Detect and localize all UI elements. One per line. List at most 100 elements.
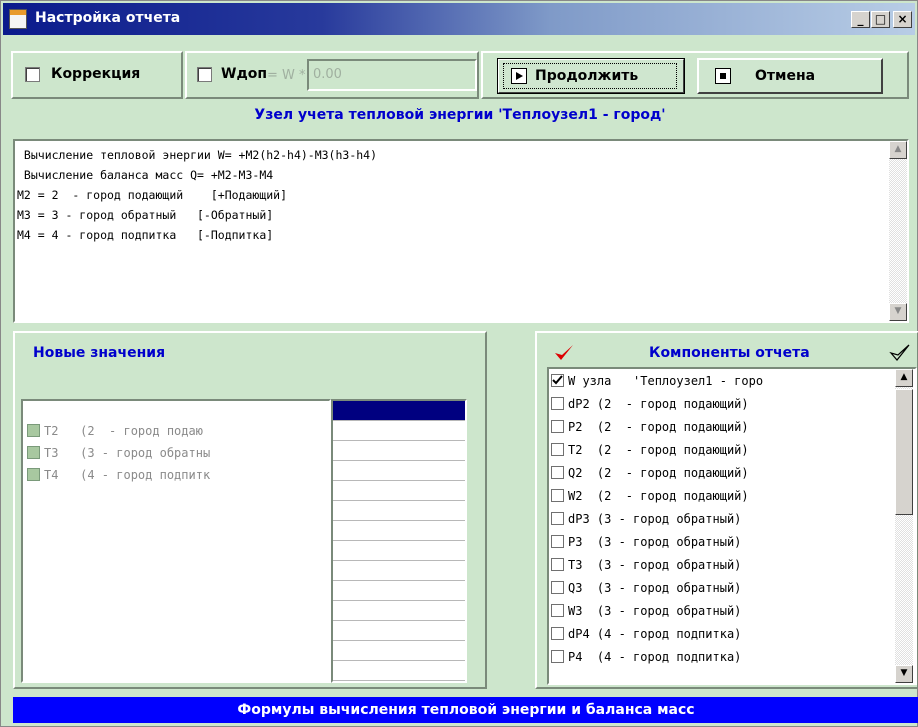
formula-scrollbar[interactable]: ▲ ▼ [889,141,907,321]
new-values-panel: Новые значения T2 (2 - город подаю T3 (3 … [13,331,487,701]
w-formula-label: = W * [267,68,306,83]
value-cell[interactable] [333,501,465,521]
component-checkbox[interactable] [551,512,564,525]
title-bar[interactable]: Настройка отчета _ □ × [3,3,915,35]
maximize-button[interactable]: □ [871,11,890,28]
component-label: W2 (2 - город подающий) [568,489,749,503]
new-value-checkbox[interactable] [27,424,40,437]
value-cell[interactable] [333,621,465,641]
components-list[interactable]: W узла 'Теплоузел1 - горо dP2 (2 - город … [547,367,917,685]
value-cell[interactable] [333,521,465,541]
component-checkbox[interactable] [551,397,564,410]
new-value-item[interactable]: T4 (4 - город подпитк [27,465,210,485]
component-item[interactable]: Q3 (3 - город обратный) [551,578,893,598]
component-checkbox[interactable] [551,466,564,479]
component-checkbox[interactable] [551,489,564,502]
component-item[interactable]: T3 (3 - город обратный) [551,555,893,575]
component-item[interactable]: W2 (2 - город подающий) [551,486,893,506]
status-bar: Формулы вычисления тепловой энергии и ба… [13,697,918,723]
formula-lines: Вычисление тепловой энергии W= +M2(h2-h4… [17,145,377,245]
checked-checkbox-icon[interactable] [551,374,564,387]
value-cell[interactable] [333,561,465,581]
formula-line: Вычисление тепловой энергии W= +M2(h2-h4… [17,148,378,162]
component-checkbox[interactable] [551,558,564,571]
value-cell[interactable] [333,661,465,681]
window-title: Настройка отчета [35,10,181,26]
w-coefficient-input[interactable]: 0.00 [307,59,477,91]
new-value-label: T3 (3 - город обратны [44,446,211,460]
value-cell[interactable] [333,441,465,461]
component-checkbox[interactable] [551,420,564,433]
value-cell[interactable] [333,541,465,561]
component-checkbox[interactable] [551,581,564,594]
component-checkbox[interactable] [551,535,564,548]
component-checkbox[interactable] [551,604,564,617]
value-cell[interactable] [333,421,465,441]
component-item[interactable]: dP4 (4 - город подпитка) [551,624,893,644]
report-settings-window: Настройка отчета _ □ × Коррекция Wдоп = … [0,0,918,727]
component-label: P4 (4 - город подпитка) [568,650,742,664]
component-item[interactable]: Q2 (2 - город подающий) [551,463,893,483]
component-item[interactable]: P2 (2 - город подающий) [551,417,893,437]
component-label: dP2 (2 - город подающий) [568,397,749,411]
components-panel: Компоненты отчета W узла 'Теплоузел1 - г… [535,331,918,689]
wdop-checkbox[interactable] [197,67,212,82]
continue-button[interactable]: Продолжить [497,58,685,94]
components-scrollbar[interactable]: ▲ ▼ [895,369,913,683]
value-cell[interactable] [333,481,465,501]
component-item[interactable]: dP3 (3 - город обратный) [551,509,893,529]
component-item[interactable]: T2 (2 - город подающий) [551,440,893,460]
component-label: Q2 (2 - город подающий) [568,466,749,480]
component-checkbox[interactable] [551,627,564,640]
value-cell[interactable] [333,581,465,601]
component-label: P3 (3 - город обратный) [568,535,742,549]
check-all-icon[interactable] [553,343,575,367]
new-values-cells[interactable] [331,399,467,701]
value-cell[interactable] [333,461,465,481]
component-label: P2 (2 - город подающий) [568,420,749,434]
component-label: Q3 (3 - город обратный) [568,581,742,595]
close-button[interactable]: × [893,11,912,28]
value-cell[interactable] [333,601,465,621]
new-value-label: T4 (4 - город подпитк [44,468,211,482]
component-label: dP3 (3 - город обратный) [568,512,742,526]
continue-label: Продолжить [535,68,639,84]
value-cell[interactable] [333,401,465,421]
formula-line: M2 = 2 - город подающий [+Подающий] [17,188,288,202]
app-icon [9,9,27,29]
components-scroll-down-icon[interactable]: ▼ [895,665,913,683]
components-scroll-up-icon[interactable]: ▲ [895,369,913,387]
new-value-item[interactable]: T3 (3 - город обратны [27,443,210,463]
cancel-label: Отмена [755,68,816,84]
component-item[interactable]: W3 (3 - город обратный) [551,601,893,621]
new-value-checkbox[interactable] [27,446,40,459]
component-item[interactable]: P4 (4 - город подпитка) [551,647,893,667]
component-item[interactable]: W узла 'Теплоузел1 - горо [551,371,893,391]
minimize-button[interactable]: _ [851,11,870,28]
wdop-panel: Wдоп = W * 0.00 [185,51,479,99]
new-value-item[interactable]: T2 (2 - город подаю [27,421,203,441]
formula-line: M4 = 4 - город подпитка [-Подпитка] [17,228,274,242]
uncheck-all-icon[interactable] [889,343,911,367]
new-values-list[interactable]: T2 (2 - город подаю T3 (3 - город обратны… [21,399,331,683]
component-label: T2 (2 - город подающий) [568,443,749,457]
scroll-down-icon[interactable]: ▼ [889,303,907,321]
component-label: W узла 'Теплоузел1 - горо [568,374,764,388]
formula-textarea[interactable]: Вычисление тепловой энергии W= +M2(h2-h4… [13,139,909,323]
correction-label: Коррекция [51,66,141,82]
formula-line: Вычисление баланса масс Q= +M2-M3-M4 [17,168,274,182]
cancel-button[interactable]: Отмена [697,58,883,94]
w-coefficient-value: 0.00 [313,67,342,82]
new-values-heading: Новые значения [33,345,166,361]
value-cell[interactable] [333,641,465,661]
new-value-label: T2 (2 - город подаю [44,424,203,438]
component-item[interactable]: P3 (3 - город обратный) [551,532,893,552]
stop-icon [715,68,731,84]
scroll-up-icon[interactable]: ▲ [889,141,907,159]
components-scroll-thumb[interactable] [895,389,913,515]
component-checkbox[interactable] [551,443,564,456]
component-item[interactable]: dP2 (2 - город подающий) [551,394,893,414]
new-value-checkbox[interactable] [27,468,40,481]
component-checkbox[interactable] [551,650,564,663]
correction-checkbox[interactable] [25,67,40,82]
